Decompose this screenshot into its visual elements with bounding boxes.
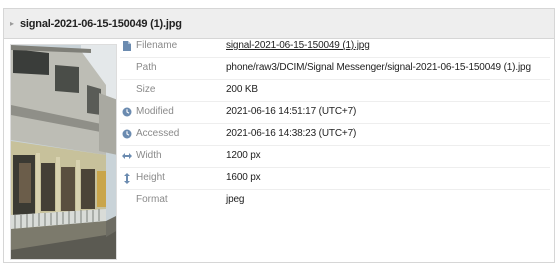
- triangle-right-icon[interactable]: ▸: [10, 19, 14, 28]
- building-photo-image: [11, 45, 116, 259]
- property-value: 1200 px: [226, 150, 261, 161]
- property-row-width: Width 1200 px: [120, 146, 550, 168]
- filename-link[interactable]: signal-2021-06-15-150049 (1).jpg: [226, 40, 370, 51]
- property-label: Width: [136, 150, 162, 161]
- property-label: Accessed: [136, 128, 180, 139]
- clock-icon: [122, 106, 132, 118]
- property-label: Path: [136, 62, 157, 73]
- vertical-arrows-icon: [122, 172, 132, 184]
- horizontal-arrows-icon: [122, 150, 132, 162]
- file-icon: [122, 40, 132, 52]
- property-value: phone/raw3/DCIM/Signal Messenger/signal-…: [226, 62, 531, 73]
- property-row-path: Path phone/raw3/DCIM/Signal Messenger/si…: [120, 58, 550, 80]
- property-value: jpeg: [226, 194, 245, 205]
- property-row-accessed: Accessed 2021-06-16 14:38:23 (UTC+7): [120, 124, 550, 146]
- image-thumbnail[interactable]: [10, 44, 117, 260]
- clock-icon: [122, 128, 132, 140]
- property-label: Modified: [136, 106, 174, 117]
- property-value: 1600 px: [226, 172, 261, 183]
- property-row-format: Format jpeg: [120, 190, 550, 212]
- property-label: Filename: [136, 40, 178, 51]
- property-label: Format: [136, 194, 168, 205]
- property-row-modified: Modified 2021-06-16 14:51:17 (UTC+7): [120, 102, 550, 124]
- panel-title: signal-2021-06-15-150049 (1).jpg: [20, 17, 182, 30]
- property-value: 2021-06-16 14:38:23 (UTC+7): [226, 128, 357, 139]
- property-value: 2021-06-16 14:51:17 (UTC+7): [226, 106, 357, 117]
- property-value: 200 KB: [226, 84, 258, 95]
- property-label: Size: [136, 84, 156, 95]
- property-label: Height: [136, 172, 165, 183]
- property-row-filename: Filename signal-2021-06-15-150049 (1).jp…: [120, 36, 550, 58]
- property-row-size: Size 200 KB: [120, 80, 550, 102]
- property-row-height: Height 1600 px: [120, 168, 550, 190]
- panel-header[interactable]: ▸ signal-2021-06-15-150049 (1).jpg: [4, 9, 554, 39]
